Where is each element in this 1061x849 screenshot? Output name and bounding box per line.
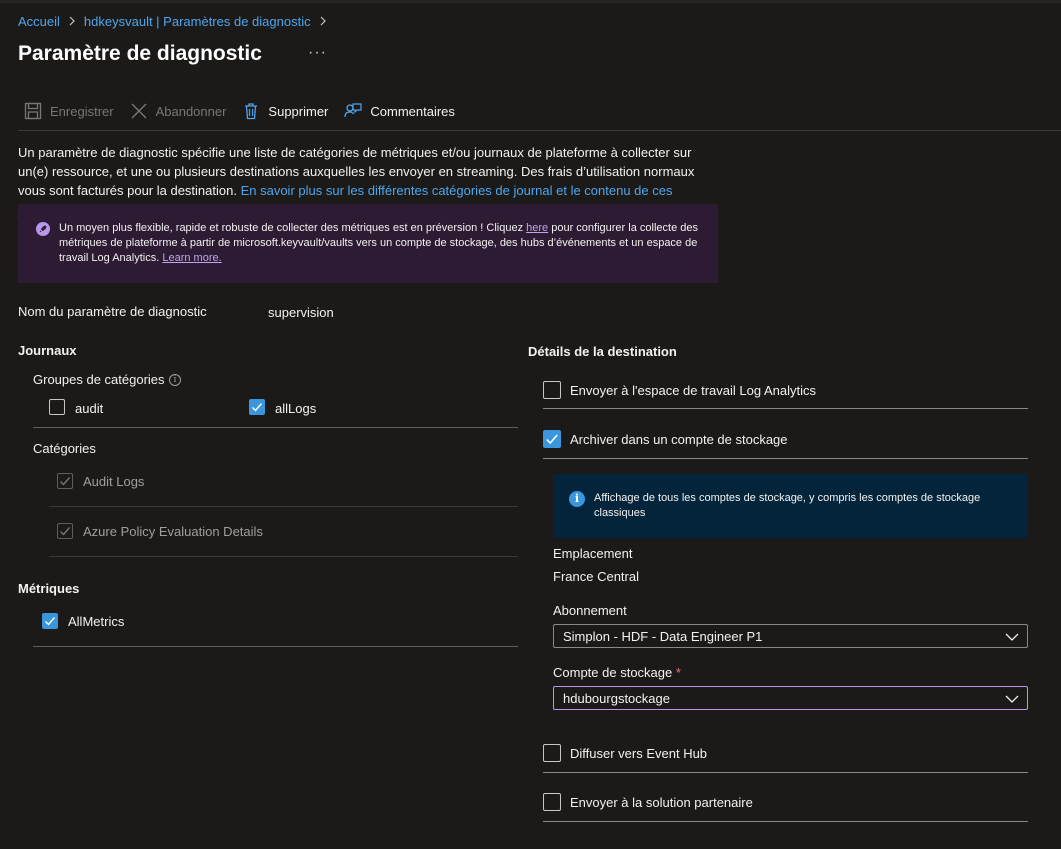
discard-button[interactable]: Abandonner <box>130 102 227 120</box>
more-options-button[interactable]: ··· <box>308 44 327 62</box>
delete-label: Supprimer <box>268 103 329 119</box>
info-text: Affichage de tous les comptes de stockag… <box>594 492 981 519</box>
breadcrumb-parent[interactable]: hdkeysvault | Paramètres de diagnostic <box>84 14 311 29</box>
chevron-down-icon <box>1005 692 1019 707</box>
checkmark-icon <box>45 617 56 626</box>
destination-title: Détails de la destination <box>528 344 677 359</box>
divider <box>543 772 1028 773</box>
storage-account-dropdown[interactable]: hdubourgstockage <box>553 686 1028 710</box>
feedback-label: Commentaires <box>370 103 455 119</box>
preview-banner: Un moyen plus flexible, rapide et robust… <box>18 204 718 283</box>
checkmark-icon <box>60 477 71 486</box>
checkmark-icon <box>252 403 263 412</box>
log-analytics-label: Envoyer à l'espace de travail Log Analyt… <box>570 383 817 398</box>
divider <box>543 408 1028 409</box>
storage-account-label-text: Compte de stockage <box>553 665 673 680</box>
breadcrumb: Accueil hdkeysvault | Paramètres de diag… <box>18 14 327 29</box>
info-icon: i <box>569 491 585 507</box>
metrics-title: Métriques <box>18 581 80 596</box>
allmetrics-label: AllMetrics <box>68 614 125 629</box>
event-hub-checkbox[interactable] <box>543 744 561 762</box>
feedback-icon <box>344 103 362 118</box>
log-analytics-checkbox[interactable] <box>543 381 561 399</box>
save-button[interactable]: Enregistrer <box>24 102 114 120</box>
divider <box>33 427 518 428</box>
storage-label: Archiver dans un compte de stockage <box>570 432 788 447</box>
azure-policy-label: Azure Policy Evaluation Details <box>83 524 263 539</box>
close-icon <box>131 103 147 119</box>
subscription-dropdown[interactable]: Simplon - HDF - Data Engineer P1 <box>553 624 1028 648</box>
event-hub-label: Diffuser vers Event Hub <box>570 746 708 761</box>
logs-title: Journaux <box>18 343 77 358</box>
breadcrumb-home[interactable]: Accueil <box>18 14 60 29</box>
storage-account-value: hdubourgstockage <box>563 691 670 706</box>
divider <box>33 646 518 647</box>
command-bar: Enregistrer Abandonner Supprimer Comment… <box>24 102 471 120</box>
categories-label: Catégories <box>33 441 96 456</box>
subscription-label: Abonnement <box>553 603 627 618</box>
save-label: Enregistrer <box>50 103 114 119</box>
azure-policy-checkbox[interactable] <box>57 523 73 539</box>
divider <box>49 506 518 507</box>
location-value: France Central <box>553 569 639 584</box>
audit-label: audit <box>75 401 104 416</box>
save-icon <box>24 102 42 120</box>
discard-label: Abandonner <box>155 103 227 119</box>
alllogs-label: allLogs <box>275 401 317 416</box>
here-link[interactable]: here <box>526 222 548 234</box>
trash-icon <box>245 103 258 120</box>
toolbar-divider <box>18 130 1061 131</box>
chevron-right-icon <box>68 15 76 29</box>
banner-text-part1: Un moyen plus flexible, rapide et robust… <box>59 222 527 234</box>
storage-info-box: i Affichage de tous les comptes de stock… <box>553 474 1028 538</box>
divider <box>49 556 518 557</box>
divider <box>543 458 1028 459</box>
info-icon[interactable]: i <box>169 374 181 386</box>
top-border <box>0 0 1061 3</box>
partner-checkbox[interactable] <box>543 793 561 811</box>
feedback-button[interactable]: Commentaires <box>344 102 455 120</box>
audit-checkbox[interactable] <box>49 399 65 415</box>
checkmark-icon <box>60 527 71 536</box>
banner-learn-more-link[interactable]: Learn more. <box>162 252 221 264</box>
storage-checkbox[interactable] <box>543 430 561 448</box>
storage-account-label: Compte de stockage * <box>553 665 681 680</box>
checkmark-icon <box>546 434 558 445</box>
page-title: Paramètre de diagnostic <box>18 42 262 65</box>
required-indicator: * <box>675 665 681 680</box>
delete-button[interactable]: Supprimer <box>242 102 328 120</box>
audit-logs-label: Audit Logs <box>83 474 145 489</box>
location-label: Emplacement <box>553 546 633 561</box>
audit-logs-checkbox[interactable] <box>57 473 73 489</box>
subscription-value: Simplon - HDF - Data Engineer P1 <box>563 629 763 644</box>
banner-text: Un moyen plus flexible, rapide et robust… <box>59 221 699 266</box>
category-groups-label: Groupes de catégories <box>33 372 165 387</box>
chevron-down-icon <box>1005 630 1019 645</box>
alllogs-checkbox[interactable] <box>249 399 265 415</box>
allmetrics-checkbox[interactable] <box>42 613 58 629</box>
setting-name-label: Nom du paramètre de diagnostic <box>18 304 207 319</box>
setting-name-value[interactable]: supervision <box>268 305 334 320</box>
chevron-right-icon <box>319 15 327 29</box>
partner-label: Envoyer à la solution partenaire <box>570 795 753 810</box>
divider <box>543 821 1028 822</box>
rocket-icon <box>36 222 50 236</box>
